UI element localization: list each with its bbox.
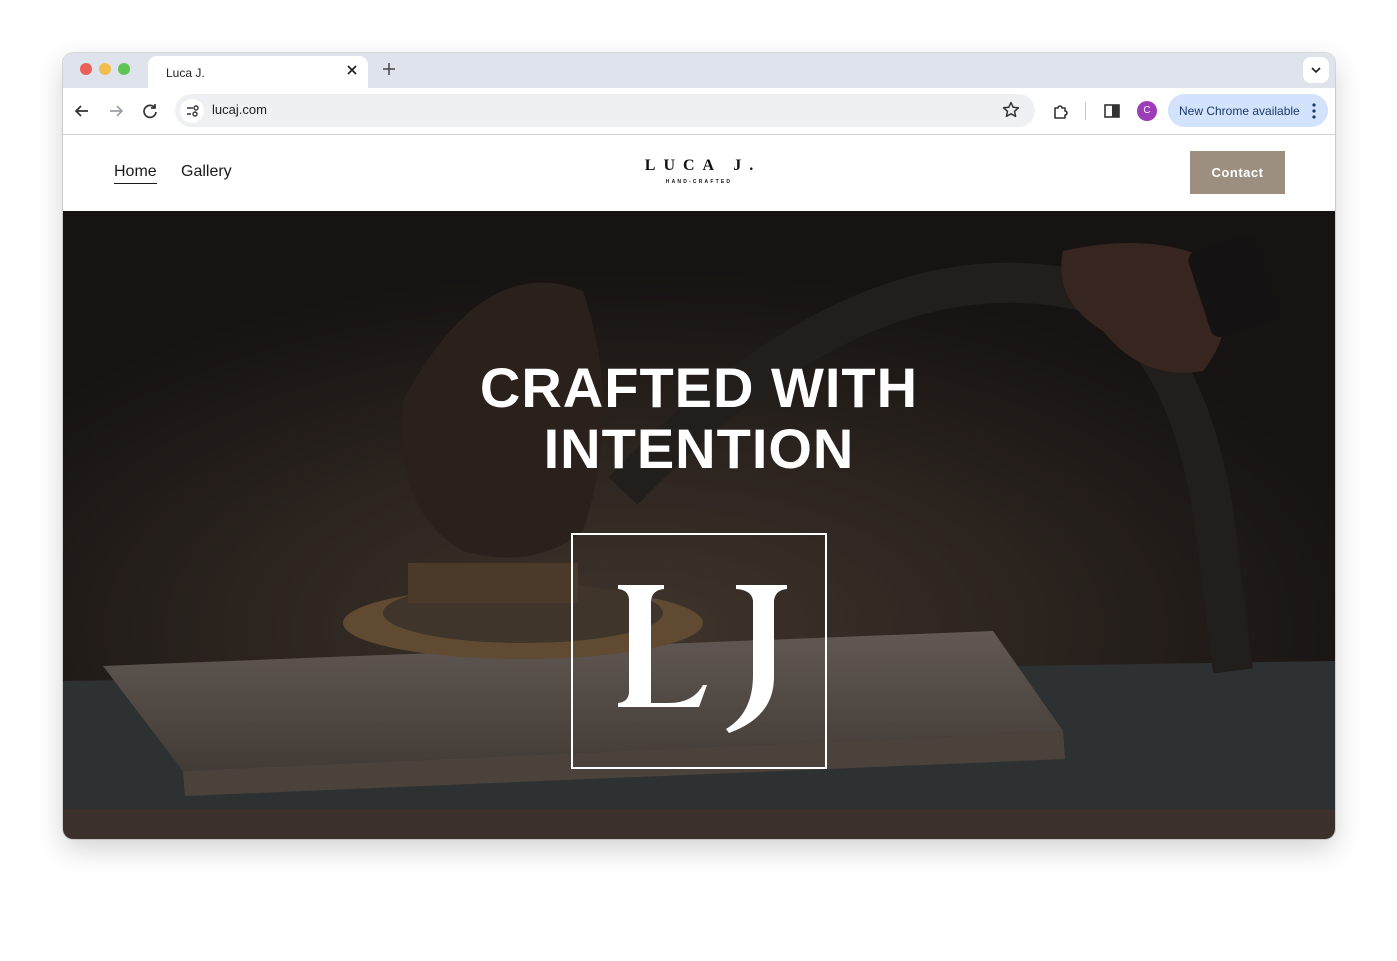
hero-title: CRAFTED WITH INTENTION [299, 357, 1099, 479]
hero-title-line-1: CRAFTED WITH [479, 356, 919, 419]
close-window-button[interactable] [80, 63, 92, 75]
site-header: Home Gallery LUCA J. HAND-CRAFTED Contac… [63, 135, 1335, 211]
reload-icon[interactable] [139, 100, 161, 122]
side-panel-icon[interactable] [1101, 100, 1123, 122]
profile-avatar[interactable]: C [1137, 101, 1157, 121]
lj-monogram-logo [571, 533, 827, 769]
back-icon[interactable] [71, 100, 93, 122]
url-text: lucaj.com [212, 102, 267, 117]
hero-section: CRAFTED WITH INTENTION [63, 211, 1335, 809]
update-label: New Chrome available [1179, 104, 1300, 118]
logo-tagline: HAND-CRAFTED [665, 179, 733, 185]
site-info-button[interactable] [180, 99, 204, 123]
extensions-icon[interactable] [1050, 100, 1072, 122]
close-icon [347, 65, 357, 75]
address-bar[interactable]: lucaj.com [175, 94, 1035, 127]
nav-gallery-link[interactable]: Gallery [181, 163, 232, 181]
tab-close-button[interactable] [344, 62, 360, 78]
active-tab[interactable]: Luca J. [148, 56, 368, 88]
browser-toolbar: lucaj.com C New Chrome available [63, 88, 1335, 135]
hero-title-line-2: INTENTION [543, 417, 855, 480]
tab-title: Luca J. [166, 66, 205, 80]
update-chrome-button[interactable]: New Chrome available [1168, 94, 1328, 127]
new-tab-button[interactable] [379, 58, 399, 80]
plus-icon [383, 63, 395, 75]
browser-window: Luca J. lucaj.com C New Chrome available… [63, 53, 1335, 839]
site-logo[interactable]: LUCA J. [599, 157, 799, 175]
more-vert-icon [1312, 103, 1316, 119]
lj-monogram-icon [618, 585, 787, 733]
tab-strip: Luca J. [63, 53, 1335, 88]
chevron-down-icon [1311, 67, 1321, 74]
tab-search-button[interactable] [1303, 57, 1329, 83]
minimize-window-button[interactable] [99, 63, 111, 75]
contact-button[interactable]: Contact [1190, 151, 1285, 194]
maximize-window-button[interactable] [118, 63, 130, 75]
nav-home-link[interactable]: Home [114, 163, 157, 184]
forward-icon[interactable] [105, 100, 127, 122]
bookmark-star-icon[interactable] [1001, 100, 1021, 120]
hero-bottom-band [63, 809, 1335, 839]
site-info-icon [187, 105, 199, 117]
toolbar-divider [1085, 102, 1086, 120]
